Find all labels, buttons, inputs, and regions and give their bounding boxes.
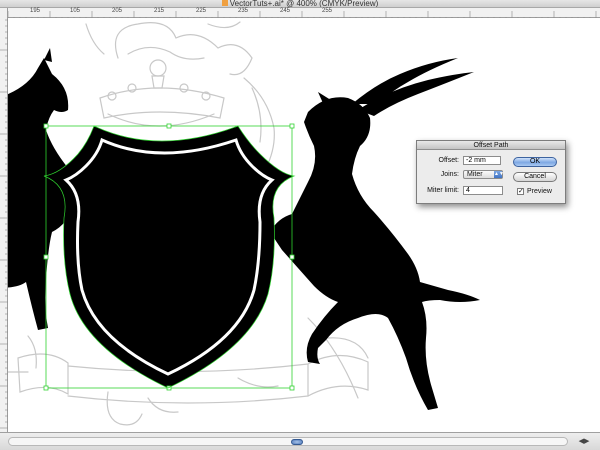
artwork <box>8 21 480 426</box>
window-title-bar: VectorTuts+.ai* @ 400% (CMYK/Preview) <box>0 0 600 8</box>
horizontal-ruler[interactable]: 195 105 205 215 225 235 245 255 <box>7 8 600 21</box>
ruler-label: 215 <box>154 8 165 14</box>
ruler-label: 255 <box>322 8 333 14</box>
offset-path-dialog: Offset Path Offset: Joins: Miter ▲▼ Mite… <box>416 140 566 204</box>
scroll-arrows-icon[interactable]: ◀▶ <box>572 436 596 447</box>
cancel-button[interactable]: Cancel <box>513 172 557 182</box>
window-title: VectorTuts+.ai* @ 400% (CMYK/Preview) <box>229 0 379 8</box>
sketch-ornament <box>114 22 253 76</box>
ruler-label: 105 <box>70 8 81 14</box>
ruler-label: 205 <box>112 8 123 14</box>
ruler-ticks-vertical <box>0 19 8 429</box>
dialog-title[interactable]: Offset Path <box>417 141 565 150</box>
vertical-ruler[interactable] <box>0 8 8 432</box>
preview-checkbox[interactable]: ✓ <box>517 188 524 195</box>
joins-value: Miter <box>467 171 483 178</box>
ok-button[interactable]: OK <box>513 157 557 167</box>
ruler-label: 225 <box>196 8 207 14</box>
offset-input[interactable] <box>463 156 501 165</box>
select-arrows-icon: ▲▼ <box>494 171 504 178</box>
status-bar: ◀▶ <box>0 432 600 450</box>
joins-label: Joins: <box>440 171 459 178</box>
preview-label: Preview <box>527 188 552 195</box>
miter-limit-label: Miter limit: <box>427 187 459 194</box>
ruler-label: 235 <box>238 8 249 14</box>
offset-label: Offset: <box>438 157 460 164</box>
document-icon <box>221 0 228 6</box>
ruler-label: 195 <box>30 8 41 14</box>
joins-select[interactable]: Miter ▲▼ <box>463 170 504 179</box>
ruler-label: 245 <box>280 8 291 14</box>
artboard-canvas[interactable] <box>8 18 600 432</box>
miter-limit-input[interactable] <box>463 186 503 195</box>
horizontal-scrollbar[interactable] <box>8 437 568 446</box>
shield-artwork <box>43 123 296 391</box>
goat-silhouette <box>270 58 480 410</box>
scrollbar-thumb[interactable] <box>291 439 303 445</box>
